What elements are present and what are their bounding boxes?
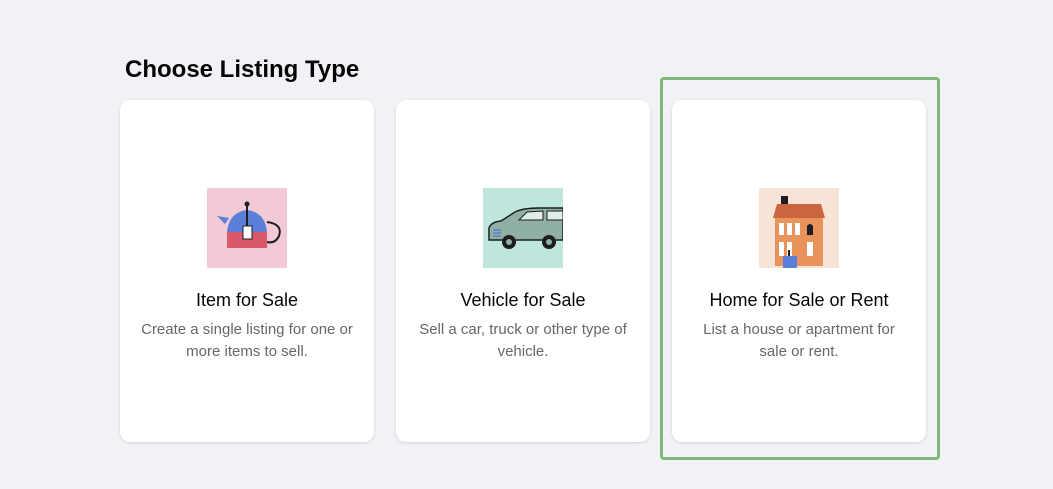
card-title: Item for Sale: [195, 290, 299, 310]
teapot-icon: [207, 188, 287, 268]
card-description: Sell a car, truck or other type of vehic…: [419, 321, 627, 360]
card-description: Create a single listing for one or more …: [141, 321, 353, 360]
card-title: Vehicle for Sale: [460, 290, 586, 310]
item-for-sale-card[interactable]: Item for Sale Create a single listing fo…: [120, 100, 374, 442]
car-icon: [483, 188, 563, 268]
vehicle-for-sale-card[interactable]: Vehicle for Sale Sell a car, truck or ot…: [396, 100, 650, 442]
page-title: Choose Listing Type: [125, 56, 360, 83]
selection-outline: [660, 77, 940, 460]
choose-listing-type-page: Choose Listing Type Item for Sale Create…: [0, 0, 1053, 489]
